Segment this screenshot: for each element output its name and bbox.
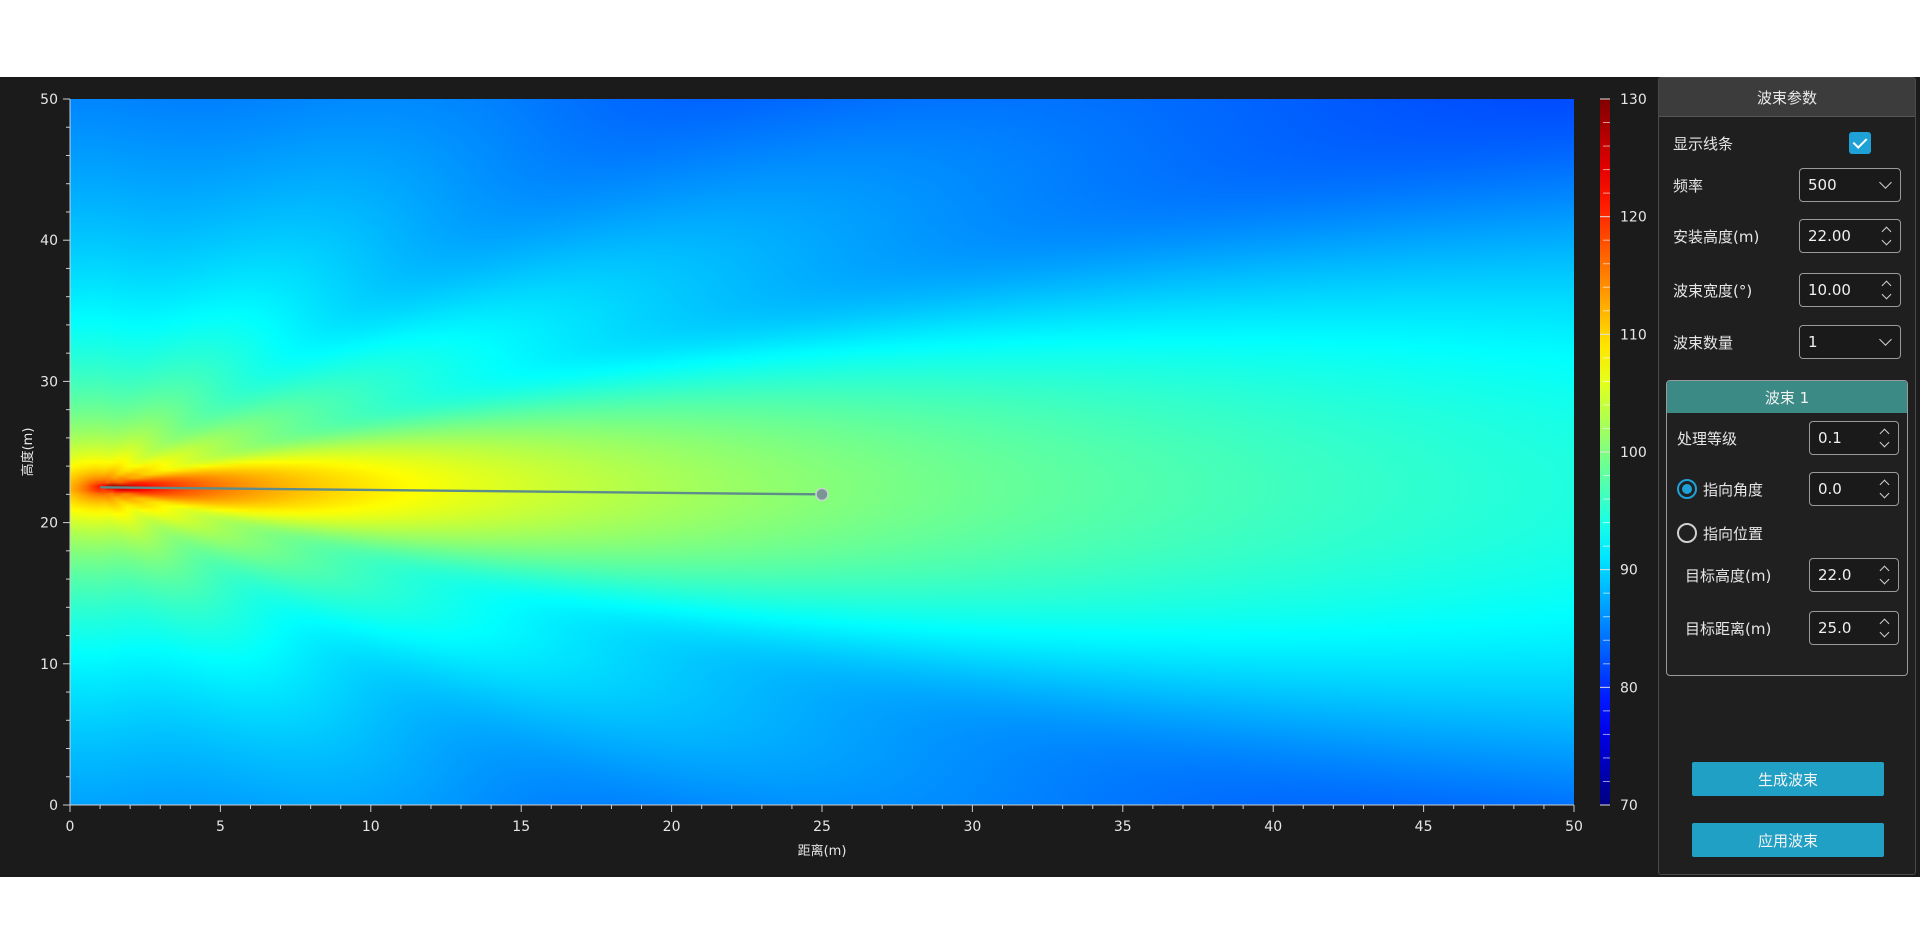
colorbar-tick-label: 130 bbox=[1620, 92, 1647, 108]
beam-width-value: 10.00 bbox=[1808, 281, 1851, 299]
panel-title: 波束参数 bbox=[1659, 78, 1915, 117]
install-height-spinbox[interactable]: 22.00 bbox=[1799, 219, 1901, 253]
x-tick-label: 20 bbox=[663, 819, 681, 835]
colorbar-tick-label: 80 bbox=[1620, 680, 1638, 696]
x-tick-label: 0 bbox=[66, 819, 75, 835]
frequency-select[interactable]: 500 bbox=[1799, 168, 1901, 202]
target-distance-label: 目标距离(m) bbox=[1685, 619, 1772, 638]
spin-arrows-icon[interactable] bbox=[1878, 616, 1892, 640]
spin-arrows-icon[interactable] bbox=[1878, 563, 1892, 587]
x-tick-label: 5 bbox=[216, 819, 225, 835]
x-tick-label: 30 bbox=[963, 819, 981, 835]
target-height-spinbox[interactable]: 22.0 bbox=[1809, 558, 1899, 592]
pointing-position-label: 指向位置 bbox=[1703, 524, 1764, 543]
x-tick-label: 10 bbox=[362, 819, 380, 835]
pointing-angle-value: 0.0 bbox=[1818, 480, 1842, 498]
y-tick-label: 0 bbox=[49, 798, 58, 814]
pointing-angle-radio[interactable] bbox=[1677, 479, 1697, 499]
pointing-angle-option[interactable]: 指向角度 bbox=[1677, 479, 1763, 500]
target-height-value: 22.0 bbox=[1818, 566, 1852, 584]
y-tick-label: 20 bbox=[40, 516, 58, 532]
beam-1-title: 波束 1 bbox=[1667, 381, 1907, 413]
y-tick-label: 30 bbox=[40, 374, 58, 390]
beam-count-value: 1 bbox=[1808, 333, 1818, 351]
process-level-label: 处理等级 bbox=[1677, 429, 1738, 448]
plot-area: 0 5 10 15 20 25 30 35 40 45 50 0 10 20 30 40 50 距离(m) 高度(m… bbox=[20, 92, 1647, 859]
frequency-label: 频率 bbox=[1673, 176, 1704, 195]
x-tick-label: 25 bbox=[813, 819, 831, 835]
pointing-position-row: 指向位置 bbox=[1677, 514, 1899, 552]
y-axis-title: 高度(m) bbox=[20, 428, 36, 477]
target-distance-row: 目标距离(m) 25.0 bbox=[1685, 609, 1899, 647]
apply-beam-button[interactable]: 应用波束 bbox=[1692, 823, 1884, 857]
target-distance-value: 25.0 bbox=[1818, 619, 1852, 637]
beam-width-spinbox[interactable]: 10.00 bbox=[1799, 273, 1901, 307]
pointing-angle-row: 指向角度 0.0 bbox=[1677, 470, 1899, 508]
beam-count-select[interactable]: 1 bbox=[1799, 325, 1901, 359]
frequency-row: 频率 500 bbox=[1673, 167, 1901, 203]
beam-width-row: 波束宽度(°) 10.00 bbox=[1673, 272, 1901, 308]
chevron-down-icon bbox=[1879, 333, 1892, 346]
target-height-label: 目标高度(m) bbox=[1685, 566, 1772, 585]
install-height-row: 安装高度(m) 22.00 bbox=[1673, 218, 1901, 254]
frequency-value: 500 bbox=[1808, 176, 1837, 194]
x-tick-label: 35 bbox=[1114, 819, 1132, 835]
spin-arrows-icon[interactable] bbox=[1880, 278, 1894, 302]
x-tick-label: 15 bbox=[512, 819, 530, 835]
spin-arrows-icon[interactable] bbox=[1880, 224, 1894, 248]
beam-count-row: 波束数量 1 bbox=[1673, 324, 1901, 360]
colorbar-tick-label: 100 bbox=[1620, 445, 1647, 461]
x-axis-title: 距离(m) bbox=[798, 843, 847, 859]
pointing-position-option[interactable]: 指向位置 bbox=[1677, 523, 1763, 544]
process-level-value: 0.1 bbox=[1818, 429, 1842, 447]
pointing-angle-spinbox[interactable]: 0.0 bbox=[1809, 472, 1899, 506]
pointing-angle-label: 指向角度 bbox=[1703, 480, 1764, 499]
install-height-value: 22.00 bbox=[1808, 227, 1851, 245]
beam-target-marker[interactable] bbox=[815, 487, 829, 502]
process-level-spinbox[interactable]: 0.1 bbox=[1809, 421, 1899, 455]
app-window: 0 5 10 15 20 25 30 35 40 45 50 0 10 20 30 40 50 距离(m) 高度(m… bbox=[0, 77, 1920, 877]
x-tick-label: 40 bbox=[1264, 819, 1282, 835]
process-level-row: 处理等级 0.1 bbox=[1677, 419, 1899, 457]
x-tick-label: 50 bbox=[1565, 819, 1583, 835]
heatmap-field bbox=[70, 99, 1574, 805]
colorbar-tick-label: 90 bbox=[1620, 563, 1638, 579]
install-height-label: 安装高度(m) bbox=[1673, 227, 1760, 246]
spin-arrows-icon[interactable] bbox=[1878, 426, 1892, 450]
generate-beam-button[interactable]: 生成波束 bbox=[1692, 762, 1884, 796]
pointing-position-radio[interactable] bbox=[1677, 523, 1697, 543]
beam-count-label: 波束数量 bbox=[1673, 333, 1734, 352]
beam-parameter-panel: 波束参数 显示线条 频率 500 安装高度(m) 22.00 波束宽度(°) 1… bbox=[1658, 77, 1916, 875]
spin-arrows-icon[interactable] bbox=[1878, 477, 1892, 501]
chevron-down-icon bbox=[1879, 176, 1892, 189]
show-lines-row: 显示线条 bbox=[1673, 125, 1901, 161]
show-lines-label: 显示线条 bbox=[1673, 134, 1734, 153]
target-distance-spinbox[interactable]: 25.0 bbox=[1809, 611, 1899, 645]
beam-1-group: 波束 1 处理等级 0.1 指向角度 0.0 指向位置 目标高度(m) 22.0… bbox=[1666, 380, 1908, 676]
target-height-row: 目标高度(m) 22.0 bbox=[1685, 556, 1899, 594]
y-tick-label: 40 bbox=[40, 233, 58, 249]
colorbar-tick-label: 70 bbox=[1620, 798, 1638, 814]
y-tick-label: 50 bbox=[40, 92, 58, 108]
colorbar-tick-label: 110 bbox=[1620, 327, 1647, 343]
beam-width-label: 波束宽度(°) bbox=[1673, 281, 1753, 300]
x-tick-label: 45 bbox=[1415, 819, 1433, 835]
show-lines-checkbox[interactable] bbox=[1849, 132, 1871, 154]
y-tick-label: 10 bbox=[40, 657, 58, 673]
colorbar-tick-label: 120 bbox=[1620, 210, 1647, 226]
